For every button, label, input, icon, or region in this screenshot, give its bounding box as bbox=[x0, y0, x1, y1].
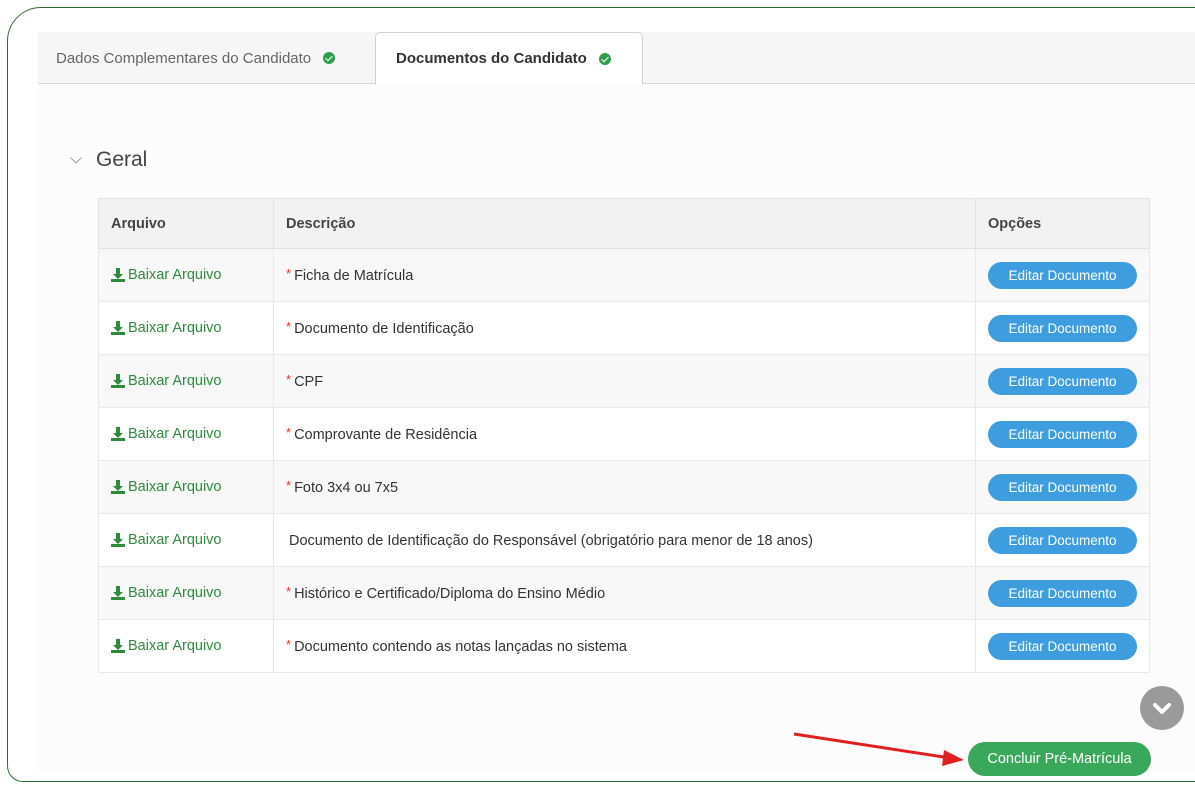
edit-document-button[interactable]: Editar Documento bbox=[988, 420, 1137, 448]
cell-descricao: * Histórico e Certificado/Diploma do Ensi… bbox=[273, 566, 976, 620]
cell-opcoes: Editar Documento bbox=[975, 301, 1150, 355]
cell-arquivo: Baixar Arquivo bbox=[98, 354, 274, 408]
table-row: Baixar Arquivo Documento de Identificação… bbox=[98, 513, 1150, 567]
header-descricao: Descrição bbox=[273, 198, 976, 249]
description-text: Histórico e Certificado/Diploma do Ensin… bbox=[294, 586, 606, 602]
tab-label: Dados Complementares do Candidato bbox=[56, 49, 312, 67]
scroll-down-button[interactable] bbox=[1140, 686, 1184, 730]
tab-label: Documentos do Candidato bbox=[396, 50, 587, 67]
cell-descricao: * Foto 3x4 ou 7x5 bbox=[273, 460, 976, 514]
cell-descricao: * Comprovante de Residência bbox=[273, 407, 976, 461]
tab-documentos[interactable]: Documentos do Candidato bbox=[375, 32, 643, 85]
cell-arquivo: Baixar Arquivo bbox=[98, 566, 274, 620]
annotation-arrow bbox=[793, 732, 964, 766]
download-label: Baixar Arquivo bbox=[128, 532, 222, 548]
description-text: Foto 3x4 ou 7x5 bbox=[294, 480, 399, 496]
description-text: Documento contendo as notas lançadas no … bbox=[294, 639, 627, 655]
edit-document-button[interactable]: Editar Documento bbox=[988, 367, 1137, 395]
description-text: Comprovante de Residência bbox=[294, 427, 478, 443]
download-icon bbox=[111, 586, 125, 600]
download-icon bbox=[111, 480, 125, 494]
chevron-down-icon bbox=[70, 152, 82, 164]
description-text: CPF bbox=[294, 374, 324, 390]
cell-opcoes: Editar Documento bbox=[975, 566, 1150, 620]
check-circle-icon bbox=[323, 52, 336, 64]
download-label: Baixar Arquivo bbox=[128, 585, 222, 601]
cell-opcoes: Editar Documento bbox=[975, 407, 1150, 461]
download-icon bbox=[111, 321, 125, 335]
edit-document-button[interactable]: Editar Documento bbox=[988, 632, 1137, 660]
required-marker: * bbox=[286, 478, 292, 493]
cell-opcoes: Editar Documento bbox=[975, 513, 1150, 567]
download-link[interactable]: Baixar Arquivo bbox=[111, 638, 261, 654]
table-row: Baixar Arquivo * Comprovante de Residência… bbox=[98, 407, 1150, 461]
cell-descricao: * Ficha de Matrícula bbox=[273, 248, 976, 302]
cell-arquivo: Baixar Arquivo bbox=[98, 301, 274, 355]
check-circle-icon bbox=[598, 52, 611, 65]
cell-opcoes: Editar Documento bbox=[975, 248, 1150, 302]
required-marker: * bbox=[286, 266, 292, 281]
cell-arquivo: Baixar Arquivo bbox=[98, 619, 274, 673]
download-link[interactable]: Baixar Arquivo bbox=[111, 479, 261, 495]
download-label: Baixar Arquivo bbox=[128, 373, 222, 389]
header-arquivo: Arquivo bbox=[98, 198, 274, 249]
download-icon bbox=[111, 374, 125, 388]
download-link[interactable]: Baixar Arquivo bbox=[111, 585, 261, 601]
download-label: Baixar Arquivo bbox=[128, 267, 222, 283]
header-opcoes: Opções bbox=[975, 198, 1150, 249]
chevron-down-icon bbox=[1153, 703, 1171, 714]
section-geral-toggle[interactable]: Geral bbox=[70, 148, 148, 172]
download-label: Baixar Arquivo bbox=[128, 320, 222, 336]
cell-arquivo: Baixar Arquivo bbox=[98, 513, 274, 567]
table-row: Baixar Arquivo * Ficha de Matrícula Editar … bbox=[98, 248, 1150, 302]
download-icon bbox=[111, 533, 125, 547]
table-header-row: Arquivo Descrição Opções bbox=[98, 198, 1150, 249]
description-text: Documento de Identificação bbox=[294, 321, 474, 337]
download-icon bbox=[111, 427, 125, 441]
cell-arquivo: Baixar Arquivo bbox=[98, 460, 274, 514]
download-link[interactable]: Baixar Arquivo bbox=[111, 320, 261, 336]
cell-opcoes: Editar Documento bbox=[975, 460, 1150, 514]
table-row: Baixar Arquivo * Documento contendo as not… bbox=[98, 619, 1150, 673]
cell-arquivo: Baixar Arquivo bbox=[98, 248, 274, 302]
edit-document-button[interactable]: Editar Documento bbox=[988, 261, 1137, 289]
table-row: Baixar Arquivo * Documento de Identificaçã… bbox=[98, 301, 1150, 355]
download-label: Baixar Arquivo bbox=[128, 638, 222, 654]
download-label: Baixar Arquivo bbox=[128, 426, 222, 442]
table-row: Baixar Arquivo * CPF Editar Documento bbox=[98, 354, 1150, 408]
required-marker: * bbox=[286, 425, 292, 440]
download-icon bbox=[111, 639, 125, 653]
cell-descricao: Documento de Identificação do Responsáve… bbox=[273, 513, 976, 567]
cell-opcoes: Editar Documento bbox=[975, 619, 1150, 673]
required-marker: * bbox=[286, 319, 292, 334]
required-marker: * bbox=[286, 637, 292, 652]
required-marker: * bbox=[286, 584, 292, 599]
download-icon bbox=[111, 268, 125, 282]
table-row: Baixar Arquivo * Histórico e Certificado/D… bbox=[98, 566, 1150, 620]
download-link[interactable]: Baixar Arquivo bbox=[111, 532, 261, 548]
description-text: Ficha de Matrícula bbox=[294, 268, 414, 284]
edit-document-button[interactable]: Editar Documento bbox=[988, 473, 1137, 501]
cell-descricao: * Documento de Identificação bbox=[273, 301, 976, 355]
download-label: Baixar Arquivo bbox=[128, 479, 222, 495]
section-title: Geral bbox=[96, 148, 148, 171]
edit-document-button[interactable]: Editar Documento bbox=[988, 314, 1137, 342]
cell-opcoes: Editar Documento bbox=[975, 354, 1150, 408]
download-link[interactable]: Baixar Arquivo bbox=[111, 426, 261, 442]
description-text: Documento de Identificação do Responsáve… bbox=[289, 533, 813, 549]
download-link[interactable]: Baixar Arquivo bbox=[111, 267, 261, 283]
download-link[interactable]: Baixar Arquivo bbox=[111, 373, 261, 389]
edit-document-button[interactable]: Editar Documento bbox=[988, 579, 1137, 607]
cell-descricao: * Documento contendo as notas lançadas no… bbox=[273, 619, 976, 673]
tab-dados-complementares[interactable]: Dados Complementares do Candidato bbox=[56, 32, 336, 84]
edit-document-button[interactable]: Editar Documento bbox=[988, 526, 1137, 554]
concluir-pre-matricula-button[interactable]: Concluir Pré-Matrícula bbox=[968, 742, 1151, 776]
documents-table: Arquivo Descrição Opções Baixar Arquivo *… bbox=[98, 198, 1150, 673]
cell-arquivo: Baixar Arquivo bbox=[98, 407, 274, 461]
required-marker: * bbox=[286, 372, 292, 387]
table-row: Baixar Arquivo * Foto 3x4 ou 7x5 Editar Doc… bbox=[98, 460, 1150, 514]
cell-descricao: * CPF bbox=[273, 354, 976, 408]
